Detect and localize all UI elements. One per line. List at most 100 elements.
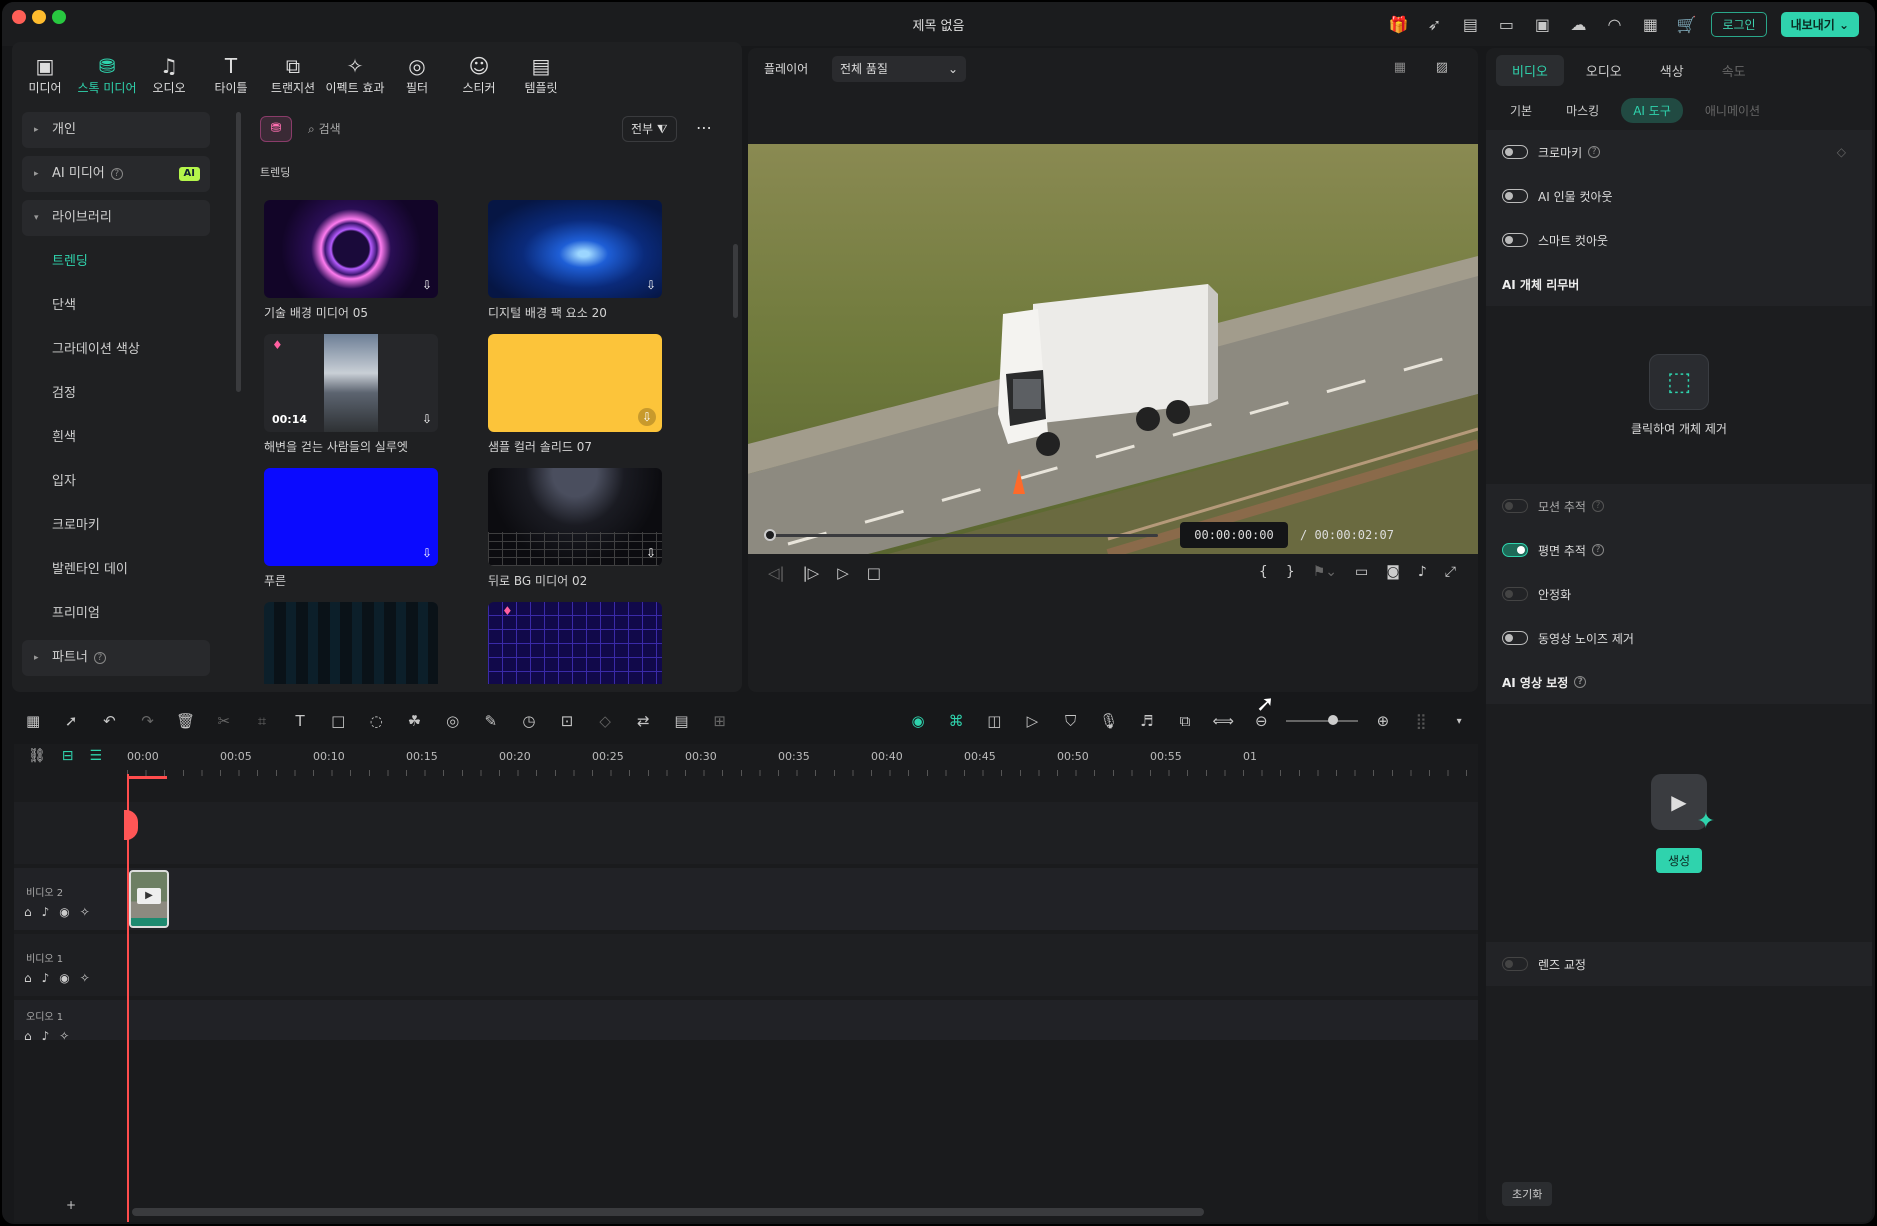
tab-filter[interactable]: ◎ 필터 xyxy=(386,48,448,104)
layout-toggle-icon[interactable]: ⣿ xyxy=(1402,712,1440,730)
sidebar-item-solid[interactable]: 단색 xyxy=(22,288,210,324)
color-icon[interactable]: ☘ xyxy=(395,712,433,730)
zoom-slider-handle[interactable] xyxy=(1328,715,1339,725)
send-icon[interactable]: ➶ xyxy=(1423,13,1445,35)
microphone-icon[interactable]: 🎙 xyxy=(1090,712,1128,730)
media-card[interactable]: ⇩ 기술 배경 미디어 05 xyxy=(264,200,438,321)
layout-grid-icon[interactable]: ▦ xyxy=(14,712,52,730)
timeline-hscrollbar[interactable] xyxy=(132,1208,1204,1216)
media-card[interactable]: ⇩ 푸른 xyxy=(264,468,438,589)
apps-icon[interactable]: ▦ xyxy=(1639,13,1661,35)
tab-audio-props[interactable]: 오디오 xyxy=(1570,55,1638,86)
volume-icon[interactable]: ♪ xyxy=(1418,564,1427,580)
sidebar-item-white[interactable]: 흰색 xyxy=(22,420,210,456)
ai-copilot-icon[interactable]: ◉ xyxy=(899,712,937,730)
track-lane-video-2[interactable] xyxy=(14,868,1478,930)
magic-icon[interactable]: ✧ xyxy=(59,1029,69,1043)
video-clip[interactable]: ▶ xyxy=(129,870,169,928)
quality-dropdown[interactable]: 전체 품질 ⌄ xyxy=(832,56,966,82)
download-icon[interactable]: ⇩ xyxy=(646,546,656,560)
news-icon[interactable]: ▤ xyxy=(1459,13,1481,35)
download-icon[interactable]: ⇩ xyxy=(646,278,656,292)
translate-icon[interactable]: ⇄ xyxy=(624,712,662,730)
track-lane-audio-1[interactable] xyxy=(14,1000,1478,1040)
camera-icon[interactable]: ◙ xyxy=(1386,564,1400,580)
cloud-icon[interactable]: ☁ xyxy=(1567,13,1589,35)
keyframe-icon[interactable]: ◇ xyxy=(1837,145,1846,159)
help-icon[interactable]: ? xyxy=(1591,544,1604,556)
fullscreen-icon[interactable]: ⤢ xyxy=(1445,564,1456,580)
sidebar-item-chroma[interactable]: 크로마키 xyxy=(22,508,210,544)
folder-icon[interactable]: ⌂ xyxy=(24,971,32,985)
layout-icon[interactable]: ▭ xyxy=(1495,13,1517,35)
folder-icon[interactable]: ⌂ xyxy=(24,1029,32,1043)
video-preview[interactable] xyxy=(748,144,1478,554)
empty-track-lane[interactable] xyxy=(14,802,1478,864)
tab-template[interactable]: ▤ 템플릿 xyxy=(510,48,572,104)
volume-icon[interactable]: ♪ xyxy=(42,1029,50,1043)
motion-tracking-toggle[interactable] xyxy=(1502,499,1528,513)
download-icon[interactable]: ⇩ xyxy=(422,412,432,426)
tab-color[interactable]: 색상 xyxy=(1644,55,1700,86)
smart-cutout-toggle[interactable] xyxy=(1502,233,1528,247)
zoom-in-icon[interactable]: ⊕ xyxy=(1364,712,1402,730)
download-icon[interactable]: ⇩ xyxy=(638,408,656,426)
chroma-key-toggle[interactable] xyxy=(1502,145,1528,159)
fit-icon[interactable]: ⟺ xyxy=(1204,712,1242,730)
sidebar-item-personal[interactable]: ▸ 개인 xyxy=(22,112,210,148)
eye-icon[interactable]: ◉ xyxy=(59,971,69,985)
sidebar-item-trending[interactable]: 트렌딩 xyxy=(22,244,210,280)
track-manage-icon[interactable]: ☰ xyxy=(90,748,103,764)
folder-icon[interactable]: ⌂ xyxy=(24,905,32,919)
help-icon[interactable]: ? xyxy=(1574,676,1587,688)
media-card[interactable]: ⇩ 뒤로 BG 미디어 02 xyxy=(488,468,662,589)
help-icon[interactable]: ? xyxy=(1588,146,1601,158)
filter-dropdown[interactable]: 전부 ⧨ xyxy=(622,116,677,142)
login-button[interactable]: 로그인 xyxy=(1711,11,1767,37)
display-icon[interactable]: ▭ xyxy=(1355,564,1368,580)
subtab-ai-tools[interactable]: AI 도구 xyxy=(1621,97,1683,123)
lens-correction-toggle[interactable] xyxy=(1502,957,1528,971)
object-remove-icon[interactable]: ⬚ xyxy=(1649,353,1709,410)
mark-out-icon[interactable]: } xyxy=(1286,564,1295,580)
download-icon[interactable]: ⇩ xyxy=(422,546,432,560)
media-card[interactable]: ♦ 00:14 ⇩ 해변을 걷는 사람들의 실루엣 xyxy=(264,334,438,455)
reset-button[interactable]: 초기화 xyxy=(1502,1182,1553,1206)
sidebar-item-black[interactable]: 검정 xyxy=(22,376,210,412)
tab-stock-media[interactable]: ⛃ 스톡 미디어 xyxy=(76,48,138,104)
mark-in-icon[interactable]: { xyxy=(1259,564,1268,580)
export-clip-icon[interactable]: ⊞ xyxy=(701,712,739,730)
link-track-icon[interactable]: ⊟ xyxy=(62,748,74,764)
stock-media-logo-icon[interactable]: ⛃ xyxy=(260,116,292,142)
shield-icon[interactable]: ⛉ xyxy=(1052,712,1090,730)
subtitle-icon[interactable]: ▤ xyxy=(662,712,700,730)
tab-title[interactable]: T 타이틀 xyxy=(200,48,262,104)
sidebar-scrollbar[interactable] xyxy=(236,112,241,392)
add-track-icon[interactable]: + xyxy=(66,1198,76,1212)
track-lane-video-1[interactable] xyxy=(14,934,1478,996)
ai-tool-icon[interactable]: ◎ xyxy=(434,712,472,730)
keyframe-tool-icon[interactable]: ◇ xyxy=(586,712,624,730)
media-card[interactable]: ⇩ 샘플 컬러 솔리드 07 xyxy=(488,334,662,455)
stop-icon[interactable]: □ xyxy=(867,564,881,582)
snap-icon[interactable]: ⌘ xyxy=(937,712,975,730)
generate-button[interactable]: 생성 xyxy=(1655,847,1703,873)
step-forward-icon[interactable]: |▷ xyxy=(803,564,820,582)
tab-speed[interactable]: 속도 xyxy=(1706,55,1762,86)
text-tool-icon[interactable]: T xyxy=(281,712,319,730)
edit-image-icon[interactable]: ✎ xyxy=(472,712,510,730)
denoise-toggle[interactable] xyxy=(1502,631,1528,645)
music-icon[interactable]: ♬ xyxy=(1128,712,1166,730)
help-icon[interactable]: ? xyxy=(1591,500,1604,512)
eye-icon[interactable]: ◉ xyxy=(59,905,69,919)
tab-sticker[interactable]: ☺ 스티커 xyxy=(448,48,510,104)
stabilization-toggle[interactable] xyxy=(1502,587,1528,601)
gift-icon[interactable]: 🎁 xyxy=(1387,13,1409,35)
playhead-handle[interactable] xyxy=(764,529,776,541)
auto-reframe-icon[interactable]: ⊡ xyxy=(548,712,586,730)
help-icon[interactable]: ? xyxy=(93,651,106,664)
media-card[interactable]: ♦ xyxy=(488,602,662,684)
sidebar-item-ai-media[interactable]: ▸ AI 미디어? AI xyxy=(22,156,210,192)
delete-icon[interactable]: 🗑 xyxy=(167,712,205,730)
speed-icon[interactable]: ◷ xyxy=(510,712,548,730)
